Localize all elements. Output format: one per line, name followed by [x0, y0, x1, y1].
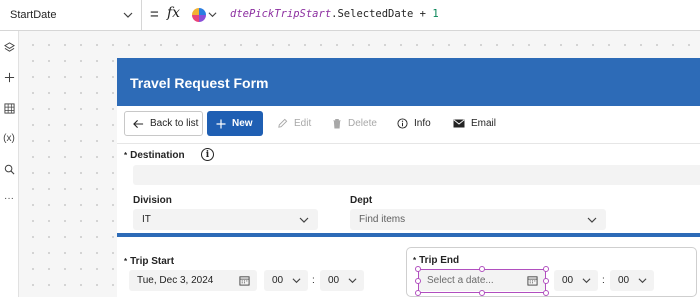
delete-button[interactable]: Delete [332, 111, 377, 136]
trip-start-minute-value: 00 [328, 275, 340, 286]
left-rail: (x) ··· [0, 31, 19, 297]
resize-handle[interactable] [479, 266, 485, 272]
back-to-list-button[interactable]: Back to list [124, 111, 203, 136]
edit-button[interactable]: Edit [277, 111, 311, 136]
trip-start-date-picker[interactable]: Tue, Dec 3, 2024 [129, 270, 257, 291]
resize-handle[interactable] [543, 278, 549, 284]
resize-handle[interactable] [415, 278, 421, 284]
formula-control-ref: dtePickTripStart [230, 8, 332, 20]
mail-icon [453, 119, 465, 128]
trip-end-label: * Trip End [413, 255, 460, 266]
time-separator: : [312, 275, 315, 286]
resize-handle[interactable] [479, 290, 485, 296]
data-grid-icon[interactable] [2, 101, 16, 115]
trip-start-hour-value: 00 [272, 275, 284, 286]
calendar-icon [239, 276, 250, 286]
email-label: Email [471, 118, 497, 129]
formula-bar: StartDate = fx dtePickTripStart.Selected… [0, 0, 700, 31]
trip-end-minute-value: 00 [618, 275, 630, 286]
formula-input[interactable]: dtePickTripStart.SelectedDate + 1 [230, 8, 439, 20]
resize-handle[interactable] [543, 290, 549, 296]
trip-start-minute-select[interactable]: 00 [320, 270, 364, 291]
info-label: Info [414, 118, 431, 129]
trip-start-label: * Trip Start [124, 256, 175, 267]
dept-label: Dept [350, 195, 373, 206]
destination-info-icon[interactable]: i [201, 148, 214, 161]
info-button[interactable]: Info [397, 111, 431, 136]
chevron-down-icon [299, 217, 309, 223]
variables-icon[interactable]: (x) [2, 131, 16, 145]
layers-icon[interactable] [2, 40, 16, 54]
trip-end-hour-value: 00 [562, 275, 574, 286]
formula-expression: .SelectedDate + [331, 8, 433, 20]
destination-field[interactable] [133, 165, 700, 185]
chevron-down-icon [348, 278, 357, 284]
arrow-left-icon [133, 119, 144, 128]
required-marker: * [124, 151, 128, 160]
trip-end-hour-select[interactable]: 00 [554, 270, 598, 291]
trip-start-hour-select[interactable]: 00 [264, 270, 308, 291]
delete-label: Delete [348, 118, 377, 129]
resize-handle[interactable] [415, 290, 421, 296]
property-selector[interactable]: StartDate [0, 0, 142, 31]
pencil-icon [278, 118, 288, 128]
plus-icon[interactable] [2, 70, 16, 84]
dept-combobox[interactable]: Find items [350, 209, 606, 230]
resize-handle[interactable] [415, 266, 421, 272]
division-dropdown[interactable]: IT [133, 209, 318, 230]
resize-handle[interactable] [543, 266, 549, 272]
trash-icon [333, 118, 341, 129]
new-label: New [232, 118, 253, 129]
copilot-icon[interactable] [192, 8, 206, 22]
required-marker: * [413, 256, 417, 265]
required-marker: * [124, 257, 128, 266]
property-name: StartDate [10, 9, 57, 21]
chevron-down-icon [292, 278, 301, 284]
trip-start-date-value: Tue, Dec 3, 2024 [137, 275, 214, 286]
formula-number: 1 [432, 8, 439, 20]
fx-icon[interactable]: fx [167, 5, 180, 21]
edit-label: Edit [294, 118, 312, 129]
division-label: Division [133, 195, 172, 206]
email-button[interactable]: Email [453, 111, 496, 136]
trip-end-minute-select[interactable]: 00 [610, 270, 654, 291]
back-to-list-label: Back to list [150, 118, 199, 129]
app-header: Travel Request Form [117, 58, 700, 106]
equals-sign: = [150, 6, 159, 23]
chevron-down-icon [582, 278, 591, 284]
info-icon [397, 118, 408, 129]
destination-label: * Destination [124, 150, 185, 161]
section-divider [117, 233, 700, 237]
plus-icon [216, 119, 226, 128]
chevron-down-icon[interactable] [208, 10, 217, 19]
chevron-down-icon [587, 217, 597, 223]
chevron-down-icon [123, 12, 133, 18]
page-title: Travel Request Form [130, 75, 269, 91]
app-screen: Travel Request Form Back to list New Edi… [117, 58, 700, 297]
division-value: IT [142, 214, 151, 225]
more-icon[interactable]: ··· [2, 191, 16, 205]
time-separator: : [602, 275, 605, 286]
toolbar: Back to list New Edit Delete Info Email [117, 106, 700, 144]
chevron-down-icon [638, 278, 647, 284]
dept-placeholder: Find items [359, 214, 406, 225]
search-icon[interactable] [2, 162, 16, 176]
new-button[interactable]: New [207, 111, 263, 136]
